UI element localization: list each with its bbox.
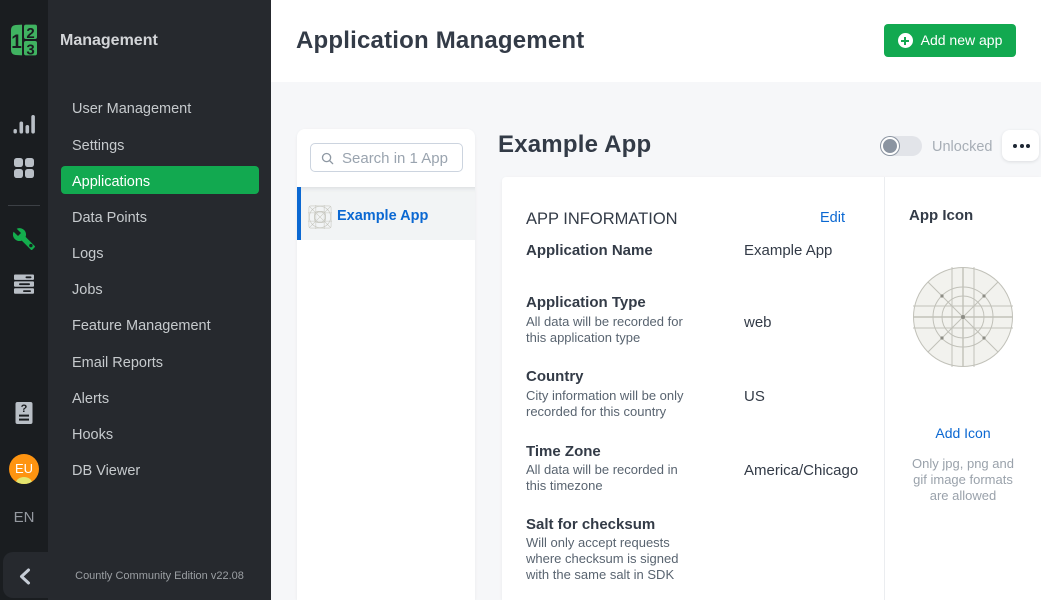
- svg-text:3: 3: [26, 42, 34, 57]
- svg-text:?: ?: [21, 403, 28, 415]
- svg-text:2: 2: [26, 25, 34, 42]
- svg-text:1: 1: [11, 32, 22, 53]
